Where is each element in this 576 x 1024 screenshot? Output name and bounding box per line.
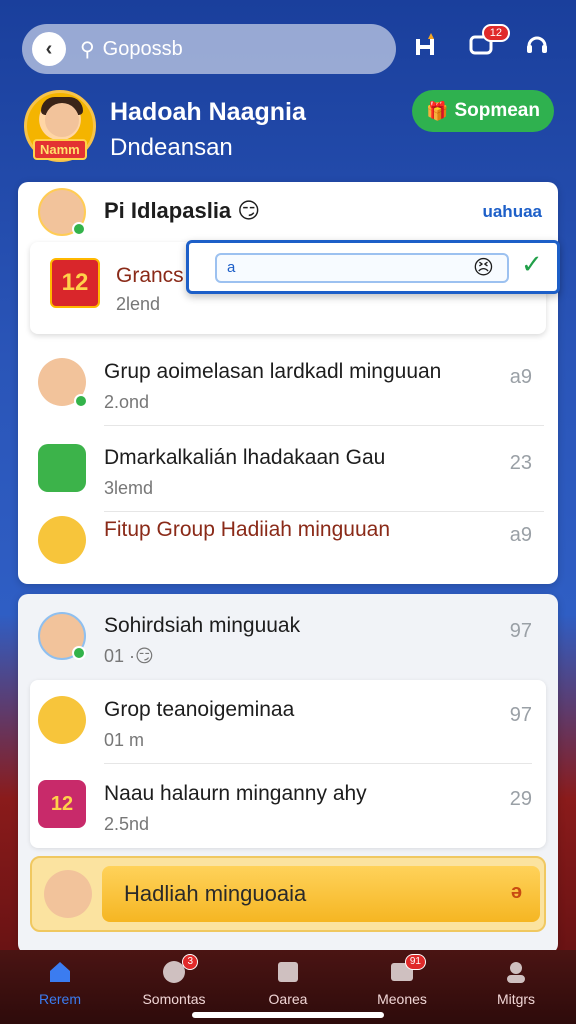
- weekly-gift-banner: Hadliah minguoaia ə: [30, 856, 546, 932]
- avatar: [38, 612, 86, 660]
- reply-input[interactable]: a: [215, 253, 509, 283]
- backpack-avatar: [38, 444, 86, 492]
- list-item-subtitle: 3lemd: [104, 478, 154, 498]
- card-header: Pi Idlapaslia 😏 uahuaa: [18, 182, 558, 242]
- send-check-icon[interactable]: ✓: [521, 249, 543, 280]
- list-item-count: 23: [509, 452, 532, 474]
- profile-subtitle: Dndeansan: [110, 134, 233, 161]
- emoji-icon[interactable]: 😣: [473, 255, 494, 280]
- chat-icon: 3: [160, 954, 198, 990]
- weekly-gift-label: Hadliah minguoaia: [124, 881, 307, 906]
- back-button[interactable]: ‹: [32, 32, 66, 66]
- nav-label: Rerem: [38, 991, 81, 1007]
- list-item-count: a9: [509, 524, 532, 546]
- nav-label: Meones: [377, 991, 427, 1007]
- hotel-icon[interactable]: [412, 30, 442, 60]
- nav-messages[interactable]: 91 Meones: [352, 954, 452, 1018]
- gift-box-icon: 12: [50, 258, 100, 308]
- list-item-subtitle: 2.5nd: [104, 814, 150, 834]
- nav-label: Oarea: [268, 991, 308, 1007]
- list-item-title: Dmarkalkalián lhadakaan Gau: [104, 446, 386, 469]
- group-list-card: Pi Idlapaslia 😏 uahuaa 12 Grancs 2lend a…: [18, 182, 560, 584]
- nav-map[interactable]: Oarea: [238, 958, 338, 1018]
- gift-button-label: Sopmean: [454, 100, 540, 121]
- headset-icon[interactable]: [522, 30, 552, 60]
- online-dot: [72, 222, 86, 236]
- see-all-link[interactable]: uahuaa: [482, 202, 542, 222]
- nav-profile[interactable]: Mitgrs: [466, 958, 566, 1018]
- profile-name: Hadoah Naagnia: [110, 98, 306, 126]
- nav-label: Mitgrs: [496, 991, 536, 1007]
- sun-avatar: [38, 696, 86, 744]
- gift-box-icon: 12: [38, 780, 86, 828]
- wink-emoji-icon: 😏: [237, 198, 261, 223]
- nav-badge: 3: [182, 954, 198, 970]
- list-item[interactable]: Sohirdsiah minguuak 01 ·😏 97: [18, 596, 558, 680]
- avatar: [38, 188, 86, 236]
- list-item-title: Sohirdsiah minguuak: [104, 614, 301, 637]
- home-indicator: [192, 1012, 384, 1018]
- search-icon: ⚲: [80, 38, 95, 61]
- highlight-row[interactable]: 12 Grancs 2lend a 😣 ✓: [30, 240, 560, 334]
- sub-list: Grop teanoigeminaa 01 m 97 12 Naau halau…: [30, 680, 546, 848]
- list-item-title: Grup aoimelasan lardkadl minguuan: [104, 360, 442, 383]
- arrow-icon: ə: [510, 881, 522, 903]
- gift-icon: 🎁: [426, 100, 449, 121]
- list-item[interactable]: Grup aoimelasan lardkadl minguuan 2.ond …: [18, 342, 558, 426]
- messages-icon: 91: [388, 954, 426, 990]
- list-item[interactable]: 12 Naau halaurn minganny ahy 2.5nd 29: [30, 764, 546, 848]
- list-item-title: Grop teanoigeminaa: [104, 698, 295, 721]
- weekly-gift-button[interactable]: Hadliah minguoaia ə: [102, 866, 540, 922]
- sun-avatar: [38, 516, 86, 564]
- person-icon: [502, 958, 530, 990]
- avatar: [38, 358, 88, 408]
- top-bar: ‹ ⚲ Gopossb 12 Namm Hadoah Naagnia Dndea…: [0, 0, 576, 180]
- list-item-count: 29: [509, 788, 532, 810]
- highlight-subtitle: 2lend: [116, 294, 161, 314]
- highlight-title: Grancs: [116, 264, 184, 287]
- card-header-title: Pi Idlapaslia: [104, 198, 232, 223]
- profile-avatar[interactable]: Namm: [24, 90, 96, 162]
- list-item-title: Fitup Group Hadiiah minguuan: [104, 518, 391, 541]
- search-input[interactable]: Gopossb: [103, 38, 183, 61]
- chat-badge: 12: [481, 24, 510, 42]
- list-item-title: Naau halaurn minganny ahy: [104, 782, 367, 805]
- list-item-count: 97: [509, 704, 532, 726]
- map-icon: [274, 958, 302, 990]
- chevron-left-icon: ‹: [45, 37, 53, 60]
- nav-badge: 91: [404, 954, 426, 970]
- list-item-subtitle: 2.ond: [104, 392, 150, 412]
- list-item[interactable]: Fitup Group Hadiiah minguuan a9: [18, 500, 558, 584]
- list-item-subtitle: 01 ·😏: [104, 646, 154, 666]
- list-item-count: 97: [509, 620, 532, 642]
- list-item[interactable]: Grop teanoigeminaa 01 m 97: [30, 680, 546, 764]
- list-item-subtitle: 01 m: [104, 730, 145, 750]
- avatar: [44, 870, 92, 918]
- chat-icon[interactable]: 12: [466, 24, 510, 60]
- nav-chats[interactable]: 3 Somontas: [124, 954, 224, 1018]
- gift-button[interactable]: 🎁 Sopmean: [412, 90, 554, 132]
- reply-popup: a 😣 ✓: [186, 240, 560, 294]
- nav-label: Somontas: [142, 991, 206, 1007]
- nav-home[interactable]: Rerem: [10, 958, 110, 1018]
- list-item-count: a9: [509, 366, 532, 388]
- search-bar[interactable]: ‹ ⚲ Gopossb: [22, 24, 396, 74]
- weekly-list-card: Sohirdsiah minguuak 01 ·😏 97 Grop teanoi…: [18, 594, 558, 954]
- home-icon: [46, 958, 74, 990]
- profile-ribbon: Namm: [33, 139, 87, 160]
